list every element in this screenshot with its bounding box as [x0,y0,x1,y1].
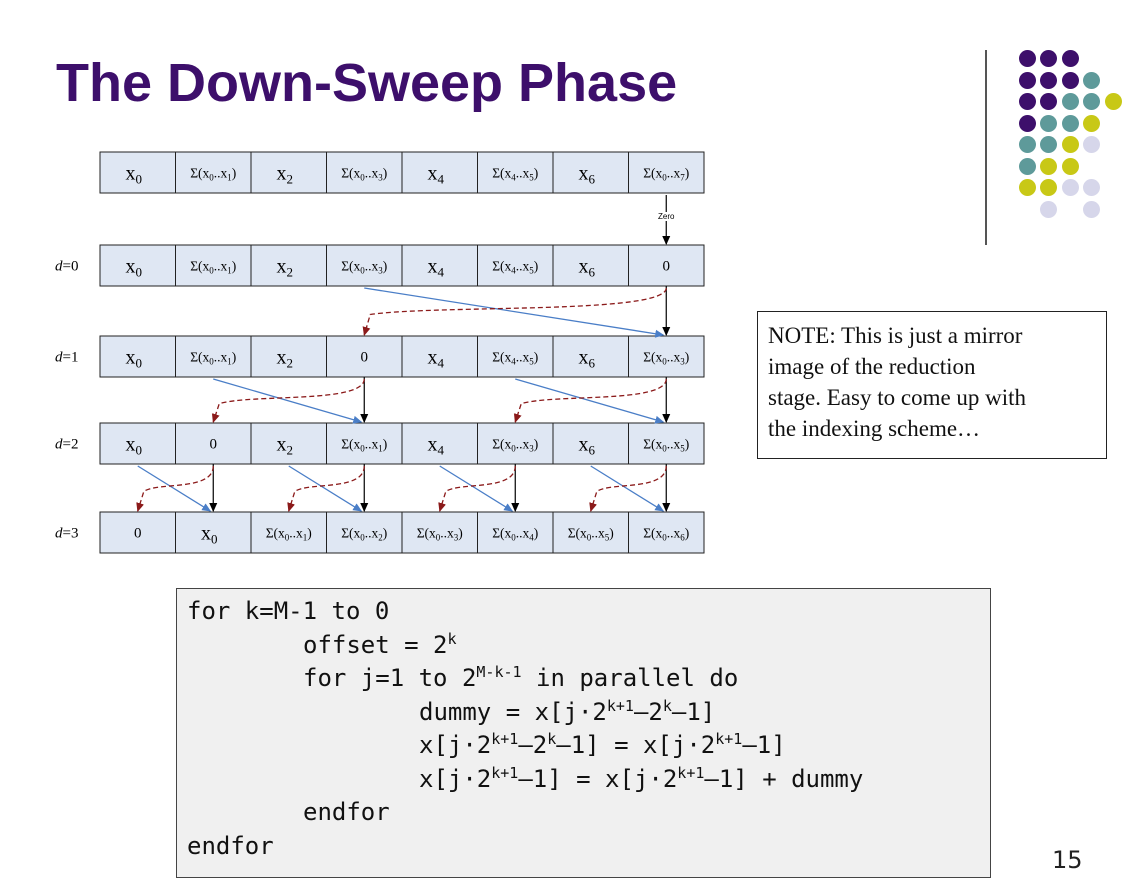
code-line: x[j·2k+1–1] = x[j·2k+1–1] + dummy [419,763,864,793]
cell-value: 0 [361,350,369,366]
add-arrow [364,287,665,338]
add-arrow [590,465,665,512]
cell-value: 0 [663,259,671,275]
diagram-row: x0 Σ(x0..x1) x2 Σ(x0..x3) x4 Σ(x4..x5) x6 Σ(x0.… [99,151,705,194]
note-line: NOTE: This is just a mirror [768,323,1023,348]
cell-value: 0 [134,526,142,542]
note-line: the indexing scheme… [768,416,981,441]
note-box: NOTE: This is just a mirror image of the … [757,311,1107,459]
page-number: 15 [1052,846,1083,874]
code-line: endfor [303,798,390,826]
row-label: d=1 [55,350,78,366]
add-arrow [439,465,514,512]
code-line: offset = 2k [303,629,457,659]
cell-value: 0 [210,437,218,453]
row-label: d=3 [55,526,78,542]
row-label: d=0 [55,259,78,275]
code-line: for j=1 to 2M-k-1 in parallel do [303,663,739,692]
note-line: stage. Easy to come up with [768,385,1027,410]
diagram-row: d=1 x0 Σ(x0..x1) x2 0 x4 Σ(x4..x5) x6 Σ(x0..x3) [55,335,705,378]
code-line: x[j·2k+1–2k–1] = x[j·2k+1–1] [419,730,786,759]
code-line: dummy = x[j·2k+1–2k–1] [419,696,716,726]
diagram-row: d=2 x0 0 x2 Σ(x0..x1) x4 Σ(x0..x3) x6 Σ(x0..x5) [55,422,705,465]
diagram-row: d=3 0 x0 Σ(x0..x1) Σ(x0..x2) Σ(x0..x3) Σ(x0..x… [55,511,705,554]
code-line: for k=M-1 to 0 [187,597,390,625]
code-line: endfor [187,831,274,860]
row-label: d=2 [55,437,78,453]
note-line: image of the reduction [768,354,976,379]
diagram-row: d=0 x0 Σ(x0..x1) x2 Σ(x0..x3) x4 Σ(x4..x5) x6 0 [55,244,705,287]
add-arrow [288,465,363,512]
add-arrow [137,465,212,512]
add-arrow [213,378,363,424]
code-block: for k=M-1 to 0 offset = 2k for j=1 to 2M-k… [176,588,991,878]
zero-label: Zero [658,212,675,221]
add-arrow [515,378,665,424]
